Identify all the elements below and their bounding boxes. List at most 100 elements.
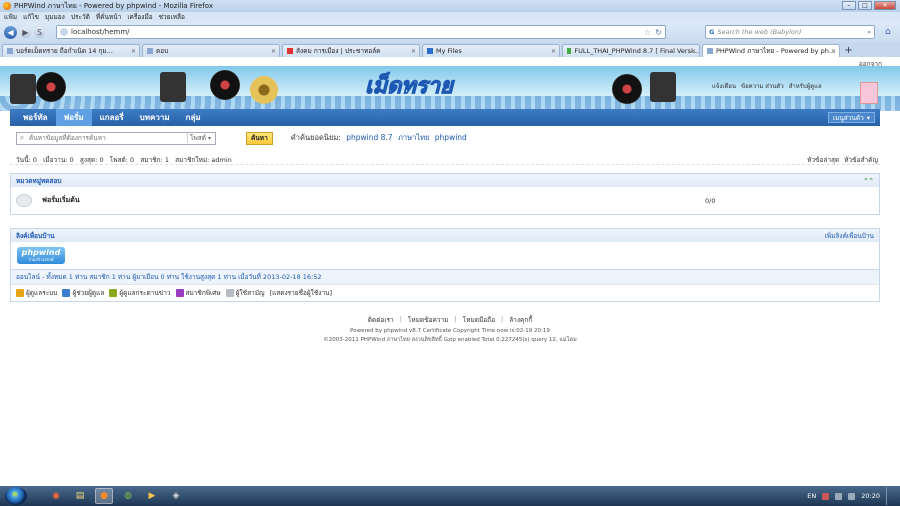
avatar[interactable] <box>860 82 878 104</box>
mobile-mode-link[interactable]: โหมดมือถือ <box>463 315 495 325</box>
forward-icon[interactable]: ▶ <box>20 26 31 38</box>
search-icon[interactable]: ⌕ <box>867 28 871 37</box>
friend-links-body: phpwind ร่วมสร้างสรรค์ <box>11 242 879 269</box>
site-identity-icon[interactable] <box>60 28 68 36</box>
forum-name[interactable]: ฟอรั่มเริ่มต้น <box>42 195 80 206</box>
menu-help[interactable]: ช่วยเหลือ <box>159 12 185 22</box>
tab-6[interactable]: PHPWind ภาษาไทย - Powered by ph... ✕ <box>702 44 840 57</box>
separator: | <box>454 315 457 323</box>
hot-keyword-link[interactable]: ภาษาไทย <box>398 133 429 142</box>
clear-cookies-link[interactable]: ล้างคุกกี้ <box>509 315 532 325</box>
collapse-icon[interactable]: ⌃⌃ <box>863 177 874 185</box>
system-tray: EN 20:20 <box>807 486 894 506</box>
tab-close-icon[interactable]: ✕ <box>131 48 136 55</box>
phpwind-logo-link[interactable]: phpwind ร่วมสร้างสรรค์ <box>17 247 65 264</box>
nav-forum[interactable]: ฟอรั่ม <box>55 109 92 126</box>
reload-icon[interactable]: ↻ <box>655 28 662 37</box>
contact-link[interactable]: ติดต่อเรา <box>368 315 394 325</box>
nav-gallery[interactable]: แกลอรี่ <box>92 109 132 126</box>
show-users-link[interactable]: [แสดงรายชื่อผู้ใช้งาน] <box>270 288 333 298</box>
legend-admin: ผู้ดูแลระบบ <box>16 288 57 298</box>
site-logo[interactable]: เม็ดทราย <box>365 68 454 103</box>
web-search-placeholder: Search the web (Babylon) <box>717 28 802 36</box>
skype-icon[interactable]: S <box>34 26 45 38</box>
window-controls: – □ ✕ <box>842 1 896 10</box>
window-titlebar: PHPWind ภาษาไทย - Powered by phpwind - M… <box>0 0 900 12</box>
chrome-icon[interactable]: ◍ <box>119 488 137 504</box>
tab-label: ตอบ <box>156 47 169 55</box>
legend-moderator: ผู้ดูแลกระดานข่าว <box>109 288 171 298</box>
tab-close-icon[interactable]: ✕ <box>411 48 416 55</box>
friend-links-panel: ลิงค์เพื่อนบ้าน เพิ่มลิงค์เพื่อนบ้าน php… <box>10 228 880 302</box>
url-bar[interactable]: localhost/hemm/ ☆ ↻ <box>56 25 666 39</box>
chevron-down-icon[interactable]: ▾ <box>206 135 213 142</box>
tab-3[interactable]: สังคม การเมือง | ประชาทอล์ค ✕ <box>282 44 420 57</box>
forum-count: 0/0 <box>705 196 716 205</box>
maximize-icon[interactable]: □ <box>858 1 872 10</box>
hot-keyword-link[interactable]: phpwind 8.7 <box>346 133 392 142</box>
show-desktop-button[interactable] <box>886 487 894 505</box>
menu-bookmarks[interactable]: ที่คั่นหน้า <box>96 12 121 22</box>
latest-topics-link[interactable]: หัวข้อล่าสุด <box>807 155 839 165</box>
text-mode-link[interactable]: โหมดข้อความ <box>408 315 449 325</box>
forum-status-icon <box>16 194 32 207</box>
web-search-box[interactable]: G Search the web (Babylon) ⌕ <box>705 25 875 39</box>
important-topics-link[interactable]: หัวข้อสำคัญ <box>844 155 878 165</box>
language-indicator[interactable]: EN <box>807 492 816 500</box>
main-nav: พอร์ทัล ฟอรั่ม แกลอรี่ บทความ กลุ่ม เมนู… <box>10 109 880 126</box>
tray-icon[interactable] <box>822 492 830 500</box>
menu-tools[interactable]: เครื่องมือ <box>127 12 152 22</box>
volume-icon[interactable] <box>848 492 856 500</box>
user-menu-button[interactable]: เมนูส่วนตัว ▾ <box>827 112 875 123</box>
tab-4[interactable]: My Files ✕ <box>422 44 560 57</box>
notifications-link[interactable]: แจ้งเตือน <box>712 81 736 91</box>
tab-close-icon[interactable]: ✕ <box>831 48 836 55</box>
menu-history[interactable]: ประวัติ <box>71 12 90 22</box>
tab-5[interactable]: FULL_THAI_PHPWind 8.7 [ Final Versi... ✕ <box>562 44 700 57</box>
minimize-icon[interactable]: – <box>842 1 856 10</box>
close-icon[interactable]: ✕ <box>874 1 896 10</box>
favicon-icon <box>567 48 572 54</box>
new-tab-icon[interactable]: + <box>842 44 855 57</box>
menu-edit[interactable]: แก้ไข <box>23 12 39 22</box>
admin-link[interactable]: สำหรับผู้ดูแล <box>789 81 822 91</box>
user-group-legend: ผู้ดูแลระบบ ผู้ช่วยผู้ดูแล ผู้ดูแลกระดาน… <box>11 284 879 301</box>
friend-links-title: ลิงค์เพื่อนบ้าน <box>16 231 55 240</box>
tab-close-icon[interactable]: ✕ <box>271 48 276 55</box>
nav-articles[interactable]: บทความ <box>132 109 178 126</box>
tab-label: PHPWind ภาษาไทย - Powered by ph... <box>716 47 836 55</box>
clock[interactable]: 20:20 <box>861 492 880 500</box>
menu-view[interactable]: มุมมอง <box>45 12 65 22</box>
nav-groups[interactable]: กลุ่ม <box>178 109 209 126</box>
tab-close-icon[interactable]: ✕ <box>691 48 696 55</box>
home-icon[interactable]: ⌂ <box>885 27 891 37</box>
nav-portal[interactable]: พอร์ทัล <box>15 109 56 126</box>
explorer-icon[interactable]: ▤ <box>71 488 89 504</box>
tab-1[interactable]: บอร์ดเม็ดทราย ถือกำเนิด 14 กุม... ✕ <box>2 44 140 57</box>
search-engine-icon[interactable]: G <box>709 28 714 36</box>
messages-link[interactable]: ข้อความ ส่วนตัว <box>741 81 784 91</box>
ie-icon[interactable]: ◉ <box>47 488 65 504</box>
back-icon[interactable]: ◀ <box>4 25 17 39</box>
tab-close-icon[interactable]: ✕ <box>551 48 556 55</box>
tab-label: My Files <box>436 47 462 55</box>
menu-file[interactable]: แฟ้ม <box>4 12 17 22</box>
network-icon[interactable] <box>835 492 843 500</box>
start-button[interactable] <box>5 487 27 505</box>
tab-2[interactable]: ตอบ ✕ <box>142 44 280 57</box>
bookmark-star-icon[interactable]: ☆ <box>644 28 651 37</box>
forum-search-input[interactable] <box>27 132 187 144</box>
media-player-icon[interactable]: ▶ <box>143 488 161 504</box>
online-text[interactable]: ออนไลน์ - ทั้งหมด 1 ท่าน สมาชิก 1 ท่าน ผ… <box>16 272 322 282</box>
legend-label: ผู้ช่วยผู้ดูแล <box>72 289 105 297</box>
search-button[interactable]: ค้นหา <box>246 131 273 145</box>
add-friend-link[interactable]: เพิ่มลิงค์เพื่อนบ้าน <box>825 231 874 241</box>
firefox-taskbar-icon[interactable]: ● <box>95 488 113 504</box>
tab-label: บอร์ดเม็ดทราย ถือกำเนิด 14 กุม... <box>16 47 113 55</box>
hot-keyword-link[interactable]: phpwind <box>435 133 467 142</box>
tool-icon[interactable]: ◈ <box>167 488 185 504</box>
speaker-graphic <box>160 72 186 102</box>
search-type-select[interactable]: โพสต์ <box>187 133 206 143</box>
category-title[interactable]: หมวดหมู่ทดสอบ <box>16 176 62 186</box>
browser-menubar: แฟ้ม แก้ไข มุมมอง ประวัติ ที่คั่นหน้า เค… <box>0 12 900 22</box>
